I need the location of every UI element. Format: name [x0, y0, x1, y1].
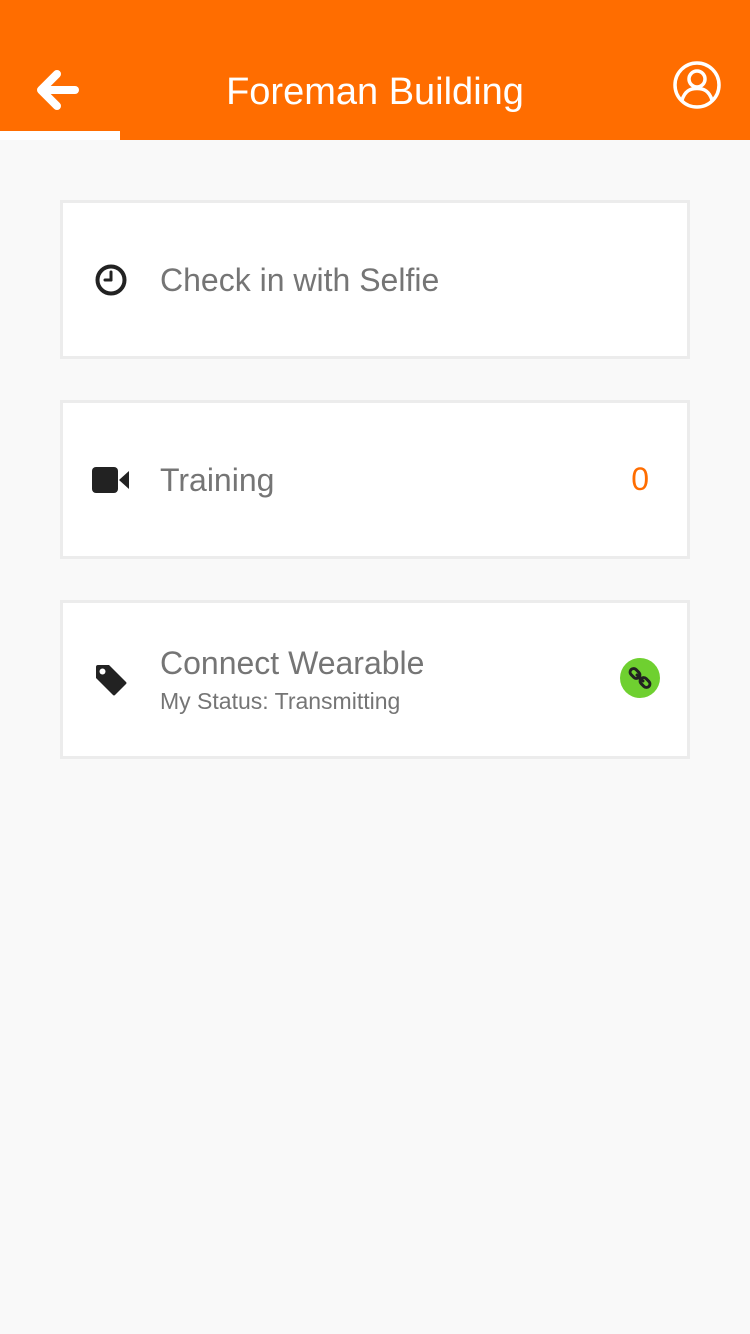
training-count-badge: 0 [631, 461, 649, 497]
check-in-label: Check in with Selfie [160, 262, 440, 298]
page-title: Foreman Building [226, 71, 524, 113]
connect-wearable-card[interactable]: Connect Wearable My Status: Transmitting [60, 600, 690, 759]
tag-icon [91, 660, 131, 700]
wearable-status-text: My Status: Transmitting [160, 688, 401, 714]
wearable-status-badge [620, 658, 660, 698]
link-icon [628, 667, 652, 689]
check-in-selfie-card[interactable]: Check in with Selfie [60, 200, 690, 359]
app-header: Foreman Building [0, 0, 750, 140]
video-camera-icon [91, 460, 131, 500]
training-label: Training [160, 462, 275, 498]
back-button[interactable] [34, 66, 82, 114]
connect-wearable-label: Connect Wearable [160, 645, 425, 681]
user-circle-icon [673, 61, 721, 109]
training-card[interactable]: Training 0 [60, 400, 690, 559]
profile-button[interactable] [670, 58, 724, 112]
active-tab-indicator [0, 131, 120, 140]
clock-icon [91, 260, 131, 300]
arrow-left-icon [37, 70, 79, 110]
